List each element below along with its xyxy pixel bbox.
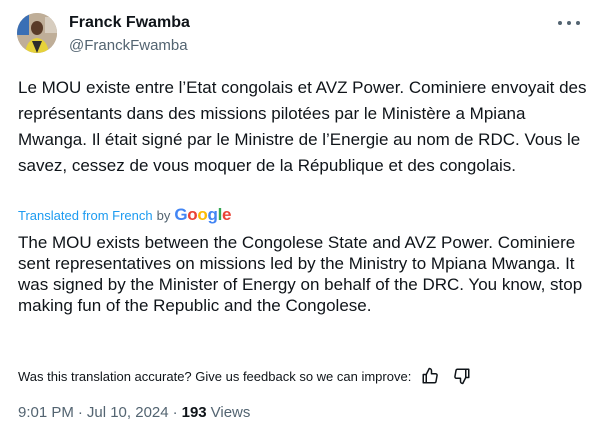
more-icon[interactable] [558, 14, 580, 32]
more-dot [558, 21, 562, 25]
tweet-card: Franck Fwamba @FranckFwamba Le MOU exist… [0, 0, 598, 431]
translation-feedback: Was this translation accurate? Give us f… [18, 367, 471, 385]
feedback-prompt: Was this translation accurate? Give us f… [18, 368, 412, 384]
author-display-name[interactable]: Franck Fwamba [69, 14, 190, 32]
tweet-meta: 9:01 PM · Jul 10, 2024 · 193 Views [18, 404, 250, 421]
avatar[interactable] [17, 13, 57, 53]
views-count: 193 [181, 404, 207, 421]
google-logo: Google [174, 205, 232, 224]
tweet-date[interactable]: Jul 10, 2024 [87, 404, 169, 421]
translated-from-label: Translated from French [18, 207, 153, 223]
translated-from-link[interactable]: Translated from French by Google [18, 205, 231, 225]
meta-separator: · [77, 404, 83, 421]
avatar-image [17, 13, 57, 53]
tweet-original-text: Le MOU existe entre l’Etat congolais et … [18, 78, 587, 175]
thumbs-down-icon[interactable] [453, 367, 471, 385]
tweet-translated-text: The MOU exists between the Congolese Sta… [18, 233, 583, 315]
author-handle[interactable]: @FranckFwamba [69, 37, 188, 54]
meta-separator: · [172, 404, 178, 421]
more-dot [567, 21, 571, 25]
views-label: Views [210, 404, 251, 421]
thumbs-up-icon[interactable] [421, 367, 439, 385]
more-dot [576, 21, 580, 25]
tweet-time[interactable]: 9:01 PM [18, 404, 74, 421]
translated-by-label: by [156, 207, 171, 223]
